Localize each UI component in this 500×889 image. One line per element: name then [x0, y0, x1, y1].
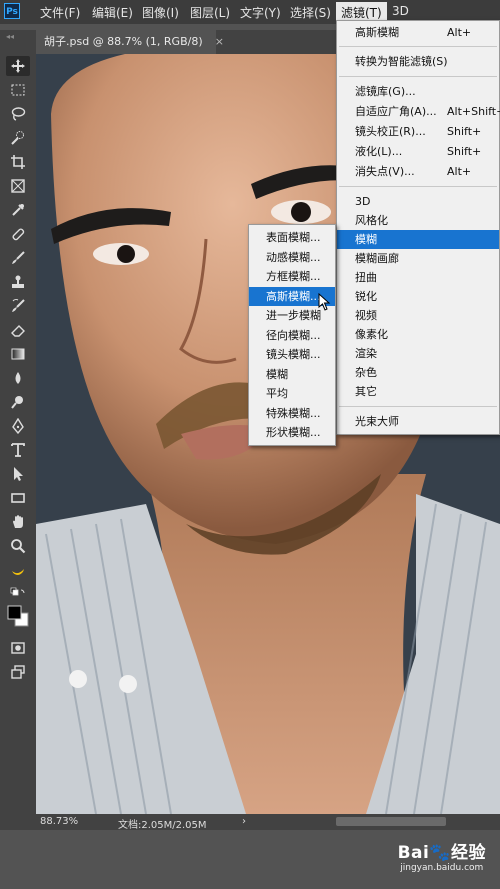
menu-item-gaussian-blur-last[interactable]: 高斯模糊 Alt+: [337, 23, 499, 42]
submenu-item-box-blur[interactable]: 方框模糊...: [249, 267, 335, 287]
menu-separator: [339, 46, 497, 47]
type-icon[interactable]: [6, 440, 30, 460]
path-select-icon[interactable]: [6, 464, 30, 484]
eraser-icon[interactable]: [6, 320, 30, 340]
menu-3d[interactable]: 3D: [392, 4, 409, 18]
menu-item-filter-gallery[interactable]: 滤镜库(G)...: [337, 82, 499, 101]
submenu-item-blur[interactable]: 模糊: [249, 365, 335, 385]
menu-item-light-beam[interactable]: 光束大师: [337, 412, 499, 431]
menu-item-render[interactable]: 渲染: [337, 344, 499, 363]
menu-separator: [339, 76, 497, 77]
crop-icon[interactable]: [6, 152, 30, 172]
move-icon[interactable]: [6, 56, 30, 76]
blur-icon[interactable]: [6, 368, 30, 388]
menu-item-pixelate[interactable]: 像素化: [337, 325, 499, 344]
menu-item-sharpen[interactable]: 锐化: [337, 287, 499, 306]
menu-item-stylize[interactable]: 风格化: [337, 211, 499, 230]
menu-item-lens-correction[interactable]: 镜头校正(R)... Shift+: [337, 122, 499, 141]
screen-mode-icon[interactable]: [6, 662, 30, 682]
menu-item-other[interactable]: 其它: [337, 382, 499, 401]
tools-panel: ◂◂: [0, 30, 36, 835]
menu-image[interactable]: 图像(I): [142, 4, 179, 21]
menu-file[interactable]: 文件(F): [40, 4, 80, 21]
quick-mask-icon[interactable]: [6, 638, 30, 658]
filter-menu: 高斯模糊 Alt+ 转换为智能滤镜(S) 滤镜库(G)... 自适应广角(A)..…: [336, 20, 500, 435]
quick-select-icon[interactable]: [6, 128, 30, 148]
submenu-item-motion-blur[interactable]: 动感模糊...: [249, 248, 335, 268]
document-tab[interactable]: 胡子.psd @ 88.7% (1, RGB/8) ×: [36, 30, 224, 54]
watermark-url: jingyan.baidu.com: [400, 863, 484, 873]
menu-item-blur-gallery[interactable]: 模糊画廊: [337, 249, 499, 268]
document-tab-bar: 胡子.psd @ 88.7% (1, RGB/8) ×: [36, 30, 336, 54]
color-swatches[interactable]: [6, 602, 30, 630]
status-menu-arrow-icon[interactable]: ›: [242, 816, 246, 827]
menu-select[interactable]: 选择(S): [290, 4, 331, 21]
menu-item-blur[interactable]: 模糊: [337, 230, 499, 249]
dodge-icon[interactable]: [6, 392, 30, 412]
brush-icon[interactable]: [6, 248, 30, 268]
stamp-icon[interactable]: [6, 272, 30, 292]
status-bar: 88.73% 文档:2.05M/2.05M ›: [36, 814, 500, 831]
menu-item-distort[interactable]: 扭曲: [337, 268, 499, 287]
menu-item-convert-smart-filter[interactable]: 转换为智能滤镜(S): [337, 52, 499, 71]
submenu-item-surface-blur[interactable]: 表面模糊...: [249, 228, 335, 248]
gradient-icon[interactable]: [6, 344, 30, 364]
healing-icon[interactable]: [6, 224, 30, 244]
menu-type[interactable]: 文字(Y): [240, 4, 281, 21]
menu-edit[interactable]: 编辑(E): [92, 4, 133, 21]
menu-item-noise[interactable]: 杂色: [337, 363, 499, 382]
rectangle-icon[interactable]: [6, 488, 30, 508]
document-tab-title: 胡子.psd @ 88.7% (1, RGB/8): [44, 35, 203, 48]
horizontal-scrollbar[interactable]: [336, 817, 446, 826]
history-brush-icon[interactable]: [6, 296, 30, 316]
menu-item-3d[interactable]: 3D: [337, 192, 499, 211]
eyedropper-icon[interactable]: [6, 200, 30, 220]
watermark: Bai🐾经验 jingyan.baidu.com: [398, 838, 486, 873]
menu-item-video[interactable]: 视频: [337, 306, 499, 325]
menu-item-liquify[interactable]: 液化(L)... Shift+: [337, 142, 499, 161]
banana-icon[interactable]: [6, 560, 30, 580]
menu-layer[interactable]: 图层(L): [190, 4, 230, 21]
mouse-cursor-icon: [318, 293, 331, 311]
blur-submenu: 表面模糊... 动感模糊... 方框模糊... 高斯模糊... 进一步模糊 径向…: [248, 224, 336, 446]
menu-separator: [339, 186, 497, 187]
submenu-item-average[interactable]: 平均: [249, 384, 335, 404]
submenu-item-lens-blur[interactable]: 镜头模糊...: [249, 345, 335, 365]
menu-separator: [339, 406, 497, 407]
submenu-item-shape-blur[interactable]: 形状模糊...: [249, 423, 335, 443]
submenu-item-smart-blur[interactable]: 特殊模糊...: [249, 404, 335, 424]
lasso-icon[interactable]: [6, 104, 30, 124]
marquee-icon[interactable]: [6, 80, 30, 100]
frame-icon[interactable]: [6, 176, 30, 196]
zoom-level[interactable]: 88.73%: [40, 816, 78, 827]
zoom-icon[interactable]: [6, 536, 30, 556]
photoshop-logo: Ps: [4, 3, 20, 19]
submenu-item-radial-blur[interactable]: 径向模糊...: [249, 326, 335, 346]
close-icon[interactable]: ×: [215, 30, 224, 54]
pen-icon[interactable]: [6, 416, 30, 436]
hand-icon[interactable]: [6, 512, 30, 532]
panel-collapse-icon[interactable]: ◂◂: [6, 32, 14, 41]
menu-item-adaptive-wide-angle[interactable]: 自适应广角(A)... Alt+Shift+: [337, 102, 500, 121]
document-size: 文档:2.05M/2.05M: [118, 820, 207, 831]
watermark-logo: Bai🐾经验: [397, 843, 486, 863]
menu-item-vanishing-point[interactable]: 消失点(V)... Alt+: [337, 162, 499, 181]
